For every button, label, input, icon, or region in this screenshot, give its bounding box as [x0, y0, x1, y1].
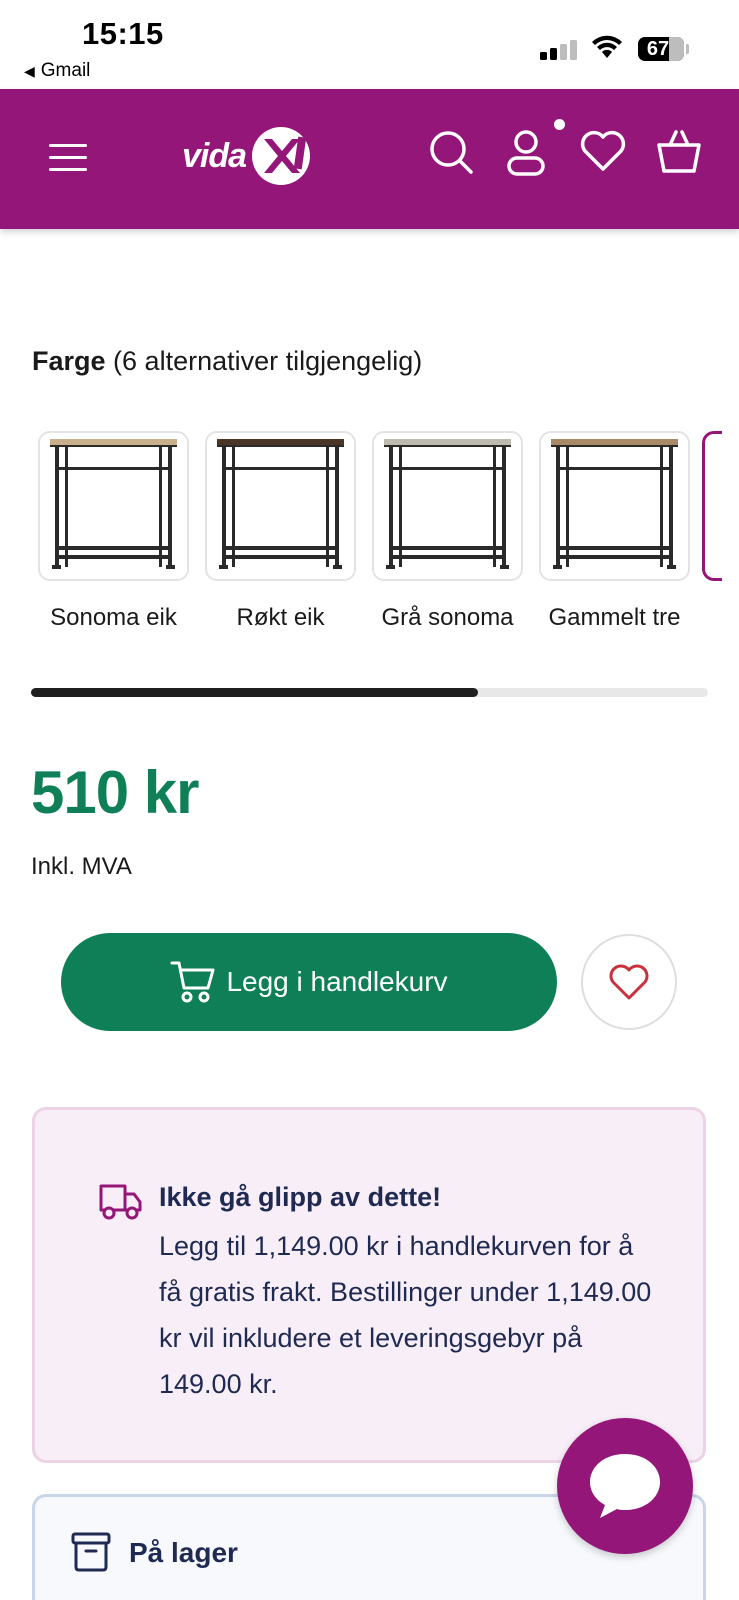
color-option-label[interactable]: Gammelt tre [539, 598, 690, 638]
status-time: 15:15 [82, 16, 164, 51]
add-to-wishlist-button[interactable] [581, 934, 677, 1030]
battery-icon: 67 [638, 37, 684, 61]
add-to-cart-label: Legg i handlekurv [226, 966, 448, 997]
color-option-label[interactable]: Røkt eik [205, 598, 356, 638]
chat-button[interactable] [557, 1418, 693, 1554]
color-option-0[interactable] [38, 431, 189, 581]
color-option-1[interactable] [205, 431, 356, 581]
product-price: 510 kr [31, 759, 199, 826]
cart-icon [170, 961, 215, 1003]
logo-wordmark: vida [182, 136, 247, 175]
stock-label: På lager [129, 1537, 238, 1568]
heart-outline-icon [609, 964, 649, 1000]
logo-xl-mark [252, 127, 311, 185]
wifi-icon [592, 35, 622, 58]
vidaxl-logo[interactable]: vida [182, 125, 314, 187]
site-header: vida [0, 89, 739, 229]
back-app-label: Gmail [40, 60, 91, 81]
console-table-image [384, 439, 511, 569]
color-option-label[interactable]: Sonoma eik [38, 598, 189, 638]
color-option-3[interactable] [539, 431, 690, 581]
battery-level: 67 [646, 38, 670, 60]
delivery-truck-icon [99, 1184, 142, 1220]
back-to-app-link[interactable]: ◀ Gmail [24, 60, 90, 82]
basket-icon[interactable] [656, 129, 702, 175]
search-icon[interactable] [428, 129, 474, 175]
vat-note: Inkl. MVA [31, 853, 132, 880]
console-table-image [217, 439, 344, 569]
notification-dot [554, 119, 565, 130]
account-icon[interactable] [506, 129, 546, 177]
free-shipping-notice: Ikke gå glipp av dette! Legg til 1,149.0… [32, 1107, 706, 1463]
chat-bubble-icon [590, 1454, 660, 1518]
back-triangle-icon: ◀ [24, 63, 35, 79]
console-table-image [50, 439, 177, 569]
color-scrollbar-thumb[interactable] [31, 688, 478, 697]
heart-icon[interactable] [580, 129, 626, 173]
box-icon [71, 1532, 111, 1572]
notice-title: Ikke gå glipp av dette! [159, 1182, 442, 1212]
color-heading: Farge (6 alternativer tilgjengelig) [32, 346, 422, 377]
color-count: (6 alternativer tilgjengelig) [113, 346, 423, 376]
add-to-cart-button[interactable]: Legg i handlekurv [61, 933, 557, 1031]
color-option-partial[interactable] [702, 431, 722, 581]
notice-body: Legg til 1,149.00 kr i handlekurven for … [159, 1231, 652, 1399]
cellular-signal-icon [540, 38, 578, 60]
color-scrollbar[interactable] [31, 688, 708, 697]
console-table-image [551, 439, 678, 569]
status-bar: 15:15 ◀ Gmail 67 [0, 0, 739, 89]
color-option-label[interactable]: Grå sonoma [372, 598, 523, 638]
menu-icon[interactable] [48, 141, 88, 173]
color-title: Farge [32, 346, 106, 376]
color-option-2[interactable] [372, 431, 523, 581]
